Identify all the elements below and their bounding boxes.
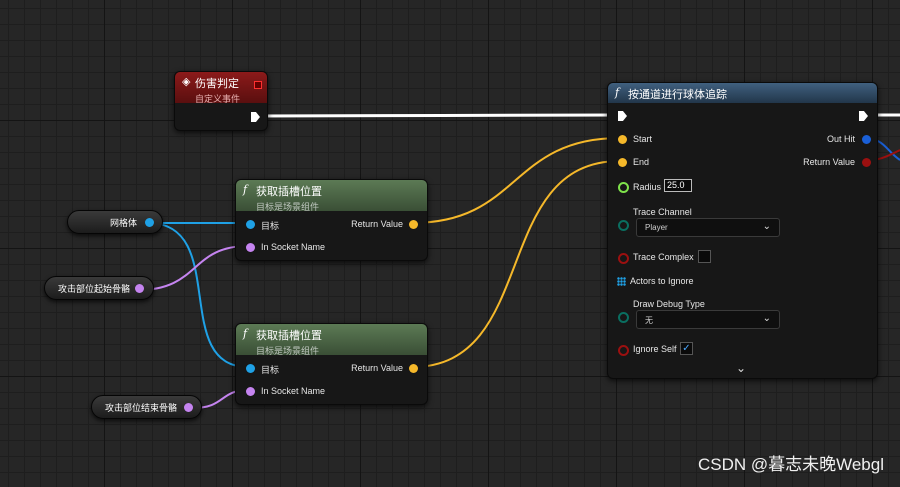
ignore-self-label: Ignore Self bbox=[633, 344, 677, 354]
draw-debug-label: Draw Debug Type bbox=[633, 299, 705, 309]
draw-debug-dropdown[interactable]: 无 ⌄ bbox=[636, 310, 780, 329]
start-bone-label: 攻击部位起始骨骼 bbox=[58, 283, 131, 294]
event-icon: ◈ bbox=[182, 75, 191, 88]
socket-node-1-title: 获取插槽位置 bbox=[256, 186, 322, 198]
get-socket-location-node-1[interactable]: f 获取插槽位置 目标是场景组件 目标 In Socket Name Retur… bbox=[235, 179, 428, 261]
array-pin-icon[interactable] bbox=[617, 277, 626, 286]
trace-channel-value: Player bbox=[645, 223, 668, 232]
mesh-wire-2 bbox=[147, 222, 249, 368]
exec-wire bbox=[257, 113, 621, 118]
out-hit-label: Out Hit bbox=[826, 134, 855, 144]
ignore-self-checkbox[interactable]: ✓ bbox=[680, 342, 693, 355]
end-pin-label: End bbox=[633, 157, 650, 167]
actors-to-ignore-label: Actors to Ignore bbox=[630, 276, 694, 286]
watermark: CSDN @暮志未晚Webgl bbox=[697, 455, 884, 474]
start-vector-wire bbox=[411, 137, 621, 224]
custom-event-subtitle: 自定义事件 bbox=[195, 94, 241, 104]
exec-in-pin[interactable] bbox=[618, 111, 627, 121]
socket-node-1-subtitle: 目标是场景组件 bbox=[256, 202, 320, 212]
target-pin[interactable] bbox=[246, 364, 255, 373]
radius-label: Radius bbox=[633, 182, 662, 192]
target-label: 目标 bbox=[261, 221, 280, 231]
end-bone-output-pin[interactable] bbox=[184, 403, 193, 412]
trace-channel-pin[interactable] bbox=[618, 220, 629, 231]
socket-name-pin[interactable] bbox=[246, 387, 255, 396]
start-bone-output-pin[interactable] bbox=[135, 284, 144, 293]
start-bone-variable-node[interactable]: 攻击部位起始骨骼 bbox=[44, 276, 154, 300]
target-pin[interactable] bbox=[246, 220, 255, 229]
mesh-variable-node[interactable]: 网格体 bbox=[67, 210, 163, 234]
return-value-pin[interactable] bbox=[862, 158, 871, 167]
custom-event-header: ◈ 伤害判定 自定义事件 bbox=[175, 72, 267, 104]
sphere-trace-node[interactable]: f 按通道进行球体追踪 Start End Radius 25.0 Trace … bbox=[607, 82, 878, 379]
function-icon: f bbox=[243, 183, 248, 196]
socket-node-2-title: 获取插槽位置 bbox=[256, 330, 322, 342]
function-icon: f bbox=[243, 327, 248, 340]
end-pin-dot[interactable] bbox=[618, 158, 627, 167]
socket-node-2-subtitle: 目标是场景组件 bbox=[256, 346, 320, 356]
custom-event-node[interactable]: ◈ 伤害判定 自定义事件 bbox=[174, 71, 268, 131]
get-socket-location-node-2[interactable]: f 获取插槽位置 目标是场景组件 目标 In Socket Name Retur… bbox=[235, 323, 428, 405]
expand-icon[interactable]: ⌄ bbox=[736, 361, 746, 375]
socket-name-label: In Socket Name bbox=[261, 242, 326, 252]
mesh-output-pin[interactable] bbox=[145, 218, 154, 227]
start-bone-wire bbox=[137, 245, 249, 291]
trace-complex-checkbox[interactable] bbox=[698, 250, 711, 263]
socket-node-1-header: f 获取插槽位置 目标是场景组件 bbox=[236, 180, 427, 212]
socket-name-label: In Socket Name bbox=[261, 386, 326, 396]
target-label: 目标 bbox=[261, 365, 280, 375]
start-pin-dot[interactable] bbox=[618, 135, 627, 144]
socket-node-2-header: f 获取插槽位置 目标是场景组件 bbox=[236, 324, 427, 356]
socket-name-pin[interactable] bbox=[246, 243, 255, 252]
custom-event-title: 伤害判定 bbox=[195, 78, 239, 90]
ignore-self-pin[interactable] bbox=[618, 345, 629, 356]
trace-complex-label: Trace Complex bbox=[633, 252, 694, 262]
exec-then-pin[interactable] bbox=[859, 111, 868, 121]
return-value-pin[interactable] bbox=[409, 364, 418, 373]
sphere-trace-title: 按通道进行球体追踪 bbox=[628, 89, 727, 101]
return-value-label: Return Value bbox=[351, 363, 403, 373]
draw-debug-value: 无 bbox=[645, 316, 653, 325]
trace-channel-dropdown[interactable]: Player ⌄ bbox=[636, 218, 780, 237]
radius-pin[interactable] bbox=[618, 182, 629, 193]
trace-channel-label: Trace Channel bbox=[633, 207, 692, 217]
radius-input[interactable]: 25.0 bbox=[664, 179, 692, 192]
sphere-trace-header: f 按通道进行球体追踪 bbox=[608, 83, 877, 103]
exec-out-pin[interactable] bbox=[251, 112, 260, 122]
chevron-down-icon: ⌄ bbox=[762, 221, 771, 232]
return-value-label: Return Value bbox=[803, 157, 855, 167]
function-icon: f bbox=[615, 86, 620, 99]
end-bone-variable-node[interactable]: 攻击部位结束骨骼 bbox=[91, 395, 202, 419]
chevron-down-icon: ⌄ bbox=[762, 313, 771, 324]
delegate-pin[interactable] bbox=[254, 81, 262, 89]
end-bone-label: 攻击部位结束骨骼 bbox=[105, 402, 178, 413]
return-value-pin[interactable] bbox=[409, 220, 418, 229]
trace-complex-pin[interactable] bbox=[618, 253, 629, 264]
draw-debug-pin[interactable] bbox=[618, 312, 629, 323]
start-pin-label: Start bbox=[633, 134, 653, 144]
mesh-variable-label: 网格体 bbox=[110, 217, 138, 228]
return-value-label: Return Value bbox=[351, 219, 403, 229]
end-vector-wire bbox=[411, 160, 621, 368]
out-hit-pin[interactable] bbox=[862, 135, 871, 144]
